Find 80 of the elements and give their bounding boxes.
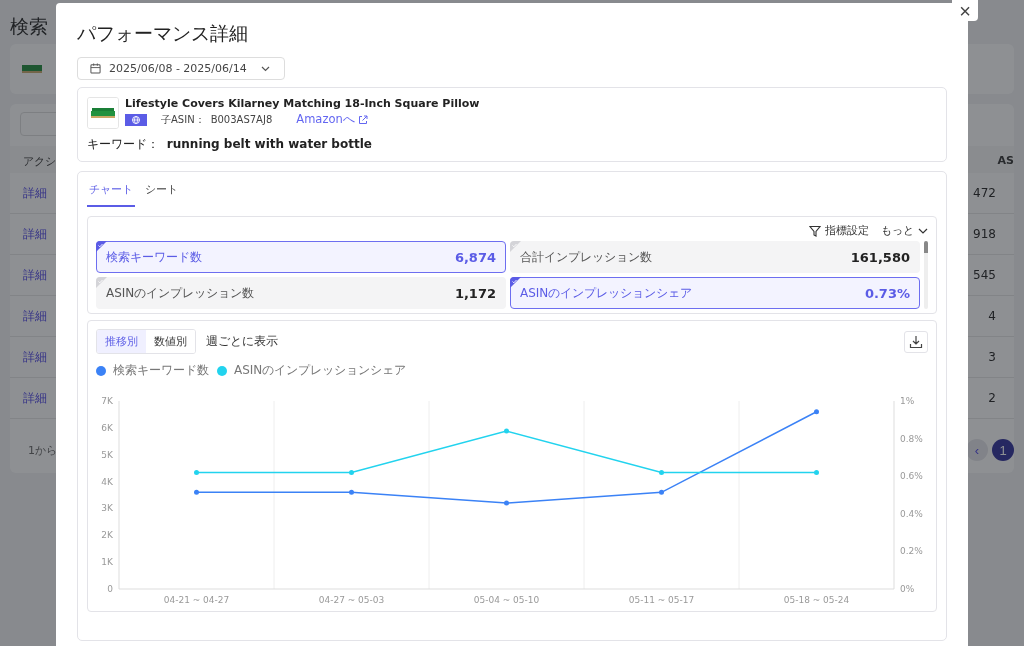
column-header: アクシ bbox=[23, 154, 56, 169]
data-point bbox=[659, 469, 664, 475]
detail-link[interactable]: 詳細 bbox=[23, 389, 47, 407]
data-point bbox=[504, 428, 509, 434]
download-icon bbox=[909, 334, 923, 349]
filter-icon bbox=[809, 224, 821, 237]
axis-label: 0.4% bbox=[900, 508, 923, 519]
axis-label: 0% bbox=[900, 584, 915, 594]
detail-link[interactable]: 詳細 bbox=[23, 184, 47, 202]
period-label: 週ごとに表示 bbox=[206, 333, 278, 350]
data-point bbox=[659, 489, 664, 495]
data-point bbox=[814, 409, 819, 415]
tab[interactable]: チャート bbox=[87, 180, 135, 207]
globe-icon bbox=[125, 113, 147, 126]
legend-item[interactable]: ASINのインプレッションシェア bbox=[217, 362, 407, 379]
axis-label: 3K bbox=[101, 503, 113, 514]
more-dropdown[interactable]: もっと bbox=[881, 223, 928, 238]
metric-settings-button[interactable]: 指標設定 bbox=[809, 223, 869, 238]
table-cell: 2 bbox=[988, 391, 996, 405]
page-title: 検索 bbox=[10, 15, 48, 37]
axis-label: 05-04 ~ 05-10 bbox=[473, 595, 540, 605]
metric-card[interactable]: ASINのインプレッション数 1,172 bbox=[96, 277, 506, 309]
check-icon bbox=[96, 241, 107, 252]
table-cell: 472 bbox=[973, 186, 996, 200]
axis-label: 0.2% bbox=[900, 546, 923, 557]
axis-label: 4K bbox=[101, 476, 113, 487]
table-cell: 3 bbox=[988, 350, 996, 364]
metric-card[interactable]: ASINのインプレッションシェア 0.73% bbox=[510, 277, 920, 309]
check-icon bbox=[510, 277, 521, 288]
axis-label: 0 bbox=[107, 584, 113, 594]
external-link-icon bbox=[357, 114, 368, 125]
asin-label: 子ASIN： bbox=[161, 112, 205, 127]
chevron-down-icon bbox=[260, 65, 270, 72]
table-cell: 545 bbox=[973, 268, 996, 282]
table-cell: 4 bbox=[988, 309, 996, 323]
data-point bbox=[349, 489, 354, 495]
data-point bbox=[814, 469, 819, 475]
dialog-title: パフォーマンス詳細 bbox=[77, 21, 249, 46]
close-button[interactable]: × bbox=[952, 0, 978, 21]
download-button[interactable] bbox=[904, 330, 928, 353]
axis-label: 05-11 ~ 05-17 bbox=[628, 595, 695, 605]
check-icon bbox=[510, 241, 521, 252]
axis-label: 04-21 ~ 04-27 bbox=[163, 595, 230, 605]
detail-link[interactable]: 詳細 bbox=[23, 307, 47, 325]
axis-label: 2K bbox=[101, 530, 113, 541]
axis-label: 05-18 ~ 05-24 bbox=[783, 595, 850, 605]
keyword-value: running belt with water bottle bbox=[166, 137, 372, 151]
pagination-summary: 1から bbox=[28, 442, 57, 458]
axis-label: 5K bbox=[101, 449, 113, 460]
detail-link[interactable]: 詳細 bbox=[23, 225, 47, 243]
column-header: AS bbox=[997, 154, 1014, 169]
detail-link[interactable]: 詳細 bbox=[23, 348, 47, 366]
axis-label: 1% bbox=[900, 396, 915, 406]
data-point bbox=[349, 469, 354, 475]
date-range-picker[interactable]: 2025/06/08 - 2025/06/14 bbox=[77, 57, 285, 80]
calendar-icon bbox=[90, 63, 101, 74]
data-point bbox=[194, 489, 199, 495]
metric-card[interactable]: 合計インプレッション数 161,580 bbox=[510, 241, 920, 273]
check-icon bbox=[96, 277, 107, 288]
data-point bbox=[194, 469, 199, 475]
keyword-label: キーワード： bbox=[87, 137, 159, 151]
page-button[interactable]: 1 bbox=[992, 439, 1014, 461]
detail-link[interactable]: 詳細 bbox=[23, 266, 47, 284]
tab[interactable]: シート bbox=[143, 180, 180, 207]
axis-label: 04-27 ~ 05-03 bbox=[318, 595, 385, 605]
axis-label: 1K bbox=[101, 557, 113, 568]
legend-item[interactable]: 検索キーワード数 bbox=[96, 362, 209, 379]
previous-page-button[interactable]: ‹ bbox=[966, 439, 988, 461]
axis-label: 0.6% bbox=[900, 471, 923, 482]
table-cell: 918 bbox=[973, 227, 996, 241]
asin-value: B003AS7AJ8 bbox=[210, 114, 273, 125]
axis-label: 0.8% bbox=[900, 433, 923, 444]
axis-label: 6K bbox=[101, 422, 113, 433]
view-toggle[interactable]: 推移別 bbox=[97, 330, 146, 353]
axis-label: 7K bbox=[101, 396, 113, 406]
data-point bbox=[504, 500, 509, 506]
chevron-down-icon bbox=[918, 227, 928, 234]
amazon-link[interactable]: Amazonへ bbox=[296, 112, 368, 127]
metric-card[interactable]: 検索キーワード数 6,874 bbox=[96, 241, 506, 273]
product-name: Lifestyle Covers Kilarney Matching 18-Inch Square Pillow bbox=[125, 97, 480, 110]
